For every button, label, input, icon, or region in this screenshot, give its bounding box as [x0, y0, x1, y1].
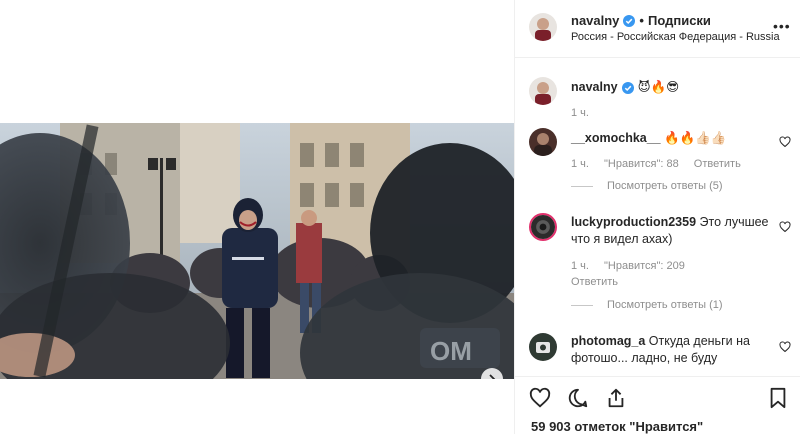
post-sidebar: navalny • Подписки Россия - Российская Ф…	[514, 0, 800, 434]
comment-username[interactable]: luckyproduction2359	[571, 215, 696, 229]
comment-meta: 1 ч. "Нравится": 209	[571, 260, 697, 272]
heart-icon[interactable]	[529, 387, 551, 409]
view-replies-label: Посмотреть ответы (1)	[607, 299, 723, 311]
svg-text:OM: OM	[430, 336, 472, 366]
comment-likes[interactable]: "Нравится": 209	[604, 260, 685, 272]
comment-like-heart-icon[interactable]	[779, 221, 791, 233]
caption-text: navalny 😈🔥😎	[571, 79, 771, 96]
comments-list: navalny 😈🔥😎 1 ч. __xomochka__ 🔥🔥👍🏻👍🏻 1 ч…	[515, 59, 800, 375]
view-replies-label: Посмотреть ответы (5)	[607, 180, 723, 192]
comment-icon[interactable]	[567, 387, 589, 409]
reply-button[interactable]: Ответить	[694, 158, 741, 170]
post-location[interactable]: Россия - Российская Федерация - Russia	[571, 31, 780, 43]
author-avatar[interactable]	[529, 77, 557, 105]
comment-text: photomag_a Откуда деньги на фотошо... ла…	[571, 333, 771, 367]
comment-time[interactable]: 1 ч.	[571, 158, 589, 170]
view-replies-button[interactable]: Посмотреть ответы (1)	[571, 299, 723, 311]
likes-count[interactable]: 59 903 отметок "Нравится"	[531, 419, 703, 434]
share-icon[interactable]	[605, 387, 627, 409]
caption-username[interactable]: navalny	[571, 79, 618, 96]
post-actions: 59 903 отметок "Нравится"	[515, 376, 800, 434]
comment-text: __xomochka__ 🔥🔥👍🏻👍🏻	[571, 130, 771, 147]
commenter-avatar[interactable]	[529, 213, 557, 241]
verified-badge-icon	[623, 14, 636, 27]
commenter-avatar[interactable]	[529, 128, 557, 156]
replies-divider-line	[571, 304, 593, 306]
post-photo[interactable]: OM	[0, 123, 514, 379]
comment-time[interactable]: 1 ч.	[571, 260, 589, 272]
header-user-line: navalny • Подписки	[571, 13, 711, 28]
author-avatar[interactable]	[529, 13, 557, 41]
comment-likes[interactable]: "Нравится": 88	[604, 158, 679, 170]
protest-photo-image: OM	[0, 123, 514, 379]
comment-meta-2: Ответить	[571, 276, 630, 288]
comment-username[interactable]: photomag_a	[571, 334, 645, 348]
comment-meta: 1 ч. "Нравится": 88 Ответить	[571, 158, 753, 170]
comment-text: luckyproduction2359 Это лучшее что я вид…	[571, 214, 771, 248]
commenter-avatar[interactable]	[529, 333, 557, 361]
comment-body: 🔥🔥👍🏻👍🏻	[664, 131, 727, 145]
verified-badge-icon	[621, 81, 634, 94]
comment-username[interactable]: __xomochka__	[571, 131, 661, 145]
replies-divider-line	[571, 185, 593, 187]
more-options-icon[interactable]: •••	[773, 18, 791, 34]
separator-dot: •	[639, 13, 644, 28]
post-media: OM	[0, 0, 514, 434]
chevron-right-icon	[489, 374, 496, 379]
author-username[interactable]: navalny	[571, 13, 619, 28]
caption-body: 😈🔥😎	[637, 80, 680, 94]
reply-button[interactable]: Ответить	[571, 276, 618, 288]
following-button[interactable]: Подписки	[648, 13, 711, 28]
bookmark-icon[interactable]	[767, 387, 789, 409]
caption-time[interactable]: 1 ч.	[571, 107, 589, 119]
caption-meta: 1 ч.	[571, 107, 601, 119]
view-replies-button[interactable]: Посмотреть ответы (5)	[571, 180, 723, 192]
comment-like-heart-icon[interactable]	[779, 136, 791, 148]
post-header: navalny • Подписки Россия - Российская Ф…	[515, 0, 800, 58]
comment-like-heart-icon[interactable]	[779, 341, 791, 353]
